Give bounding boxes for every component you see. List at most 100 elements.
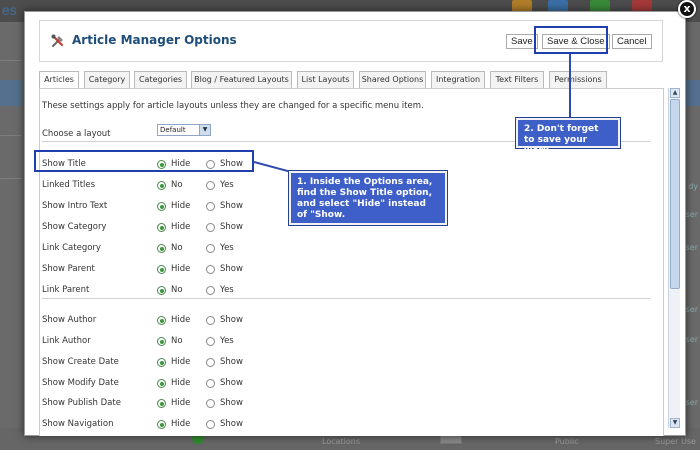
option-radio-yes[interactable] <box>206 181 215 190</box>
section-divider <box>42 298 650 299</box>
close-icon[interactable]: x <box>678 0 696 18</box>
option-radio-show[interactable] <box>206 202 215 211</box>
background-divider <box>0 178 22 179</box>
tab-text-filters[interactable]: Text Filters <box>490 71 544 89</box>
background-bottom-text: Super Use <box>655 437 696 446</box>
tab-shared-options[interactable]: Shared Options <box>359 71 426 89</box>
option-radio-show[interactable] <box>206 420 215 429</box>
option-label: Linked Titles <box>42 180 96 190</box>
option-radio-label[interactable]: Yes <box>220 180 234 190</box>
option-radio-yes[interactable] <box>206 286 215 295</box>
scrollbar-thumb[interactable] <box>670 99 680 289</box>
tools-icon <box>51 34 63 47</box>
option-label: Link Parent <box>42 285 90 295</box>
tab-list-layouts[interactable]: List Layouts <box>297 71 354 89</box>
option-radio-label[interactable]: Show <box>220 378 243 388</box>
option-radio-hide[interactable] <box>157 316 166 325</box>
background-right-text: ser <box>685 398 698 407</box>
option-radio-label[interactable]: Yes <box>220 336 234 346</box>
save-button[interactable]: Save <box>506 34 538 49</box>
option-radio-hide[interactable] <box>157 265 166 274</box>
background-bottom-text: Public <box>555 437 579 446</box>
save-close-highlight <box>534 26 608 54</box>
option-radio-label[interactable]: Show <box>220 419 243 429</box>
background-divider <box>0 60 22 61</box>
option-label: Link Author <box>42 336 91 346</box>
option-radio-hide[interactable] <box>157 399 166 408</box>
option-radio-label[interactable]: Yes <box>220 243 234 253</box>
option-radio-label[interactable]: Hide <box>171 357 190 367</box>
cancel-button[interactable]: Cancel <box>612 34 652 49</box>
chevron-down-icon: ▼ <box>199 125 210 135</box>
option-radio-hide[interactable] <box>157 202 166 211</box>
option-radio-label[interactable]: Show <box>220 201 243 211</box>
background-title-fragment: es <box>2 2 17 18</box>
option-radio-show[interactable] <box>206 316 215 325</box>
tab-integration[interactable]: Integration <box>431 71 485 89</box>
option-radio-label[interactable]: No <box>171 336 183 346</box>
modal-title: Article Manager Options <box>72 33 237 47</box>
option-radio-label[interactable]: No <box>171 285 183 295</box>
option-radio-label[interactable]: Hide <box>171 378 190 388</box>
option-radio-label[interactable]: Yes <box>220 285 234 295</box>
callout2-connector <box>569 54 571 119</box>
option-radio-label[interactable]: Show <box>220 398 243 408</box>
option-radio-label[interactable]: No <box>171 243 183 253</box>
option-radio-label[interactable]: Hide <box>171 398 190 408</box>
option-label: Show Publish Date <box>42 398 121 408</box>
option-label: Show Modify Date <box>42 378 119 388</box>
background-right-text: ser <box>685 210 698 219</box>
intro-text: These settings apply for article layouts… <box>42 101 424 111</box>
background-right-text: ser <box>685 305 698 314</box>
option-radio-yes[interactable] <box>206 244 215 253</box>
option-label: Link Category <box>42 243 101 253</box>
option-radio-no[interactable] <box>157 286 166 295</box>
background-right-text: dy <box>688 182 698 191</box>
option-radio-label[interactable]: Show <box>220 357 243 367</box>
layout-label: Choose a layout <box>42 129 111 139</box>
option-radio-hide[interactable] <box>157 223 166 232</box>
option-radio-label[interactable]: Hide <box>171 419 190 429</box>
background-right-text: ser <box>685 335 698 344</box>
option-radio-show[interactable] <box>206 379 215 388</box>
option-radio-label[interactable]: Hide <box>171 264 190 274</box>
option-radio-label[interactable]: Show <box>220 222 243 232</box>
option-label: Show Category <box>42 222 107 232</box>
callout-step-2: 2. Don't forget to save your work. <box>516 118 620 156</box>
option-radio-no[interactable] <box>157 244 166 253</box>
option-radio-no[interactable] <box>157 337 166 346</box>
background-right-text: ser <box>685 243 698 252</box>
layout-selected-value: Default <box>160 126 186 134</box>
option-radio-show[interactable] <box>206 399 215 408</box>
option-radio-yes[interactable] <box>206 337 215 346</box>
option-radio-label[interactable]: No <box>171 180 183 190</box>
option-label: Show Author <box>42 315 97 325</box>
option-radio-hide[interactable] <box>157 358 166 367</box>
option-radio-show[interactable] <box>206 265 215 274</box>
options-modal: Article Manager Options Save Save & Clos… <box>24 11 686 436</box>
option-radio-hide[interactable] <box>157 379 166 388</box>
tab-categories[interactable]: Categories <box>134 71 187 89</box>
scroll-down-icon[interactable]: ▼ <box>670 418 680 428</box>
vertical-scrollbar[interactable]: ▲ ▼ <box>668 88 680 428</box>
background-left-tab <box>0 80 22 106</box>
tab-permissions[interactable]: Permissions <box>549 71 607 89</box>
option-radio-no[interactable] <box>157 181 166 190</box>
option-radio-hide[interactable] <box>157 420 166 429</box>
tab-blog-featured-layouts[interactable]: Blog / Featured Layouts <box>191 71 292 89</box>
option-label: Show Create Date <box>42 357 119 367</box>
option-radio-label[interactable]: Show <box>220 315 243 325</box>
option-radio-show[interactable] <box>206 223 215 232</box>
option-radio-label[interactable]: Hide <box>171 315 190 325</box>
scroll-up-icon[interactable]: ▲ <box>670 88 680 98</box>
tab-category[interactable]: Category <box>84 71 130 89</box>
option-label: Show Parent <box>42 264 95 274</box>
layout-select[interactable]: Default ▼ <box>157 124 211 136</box>
option-radio-show[interactable] <box>206 358 215 367</box>
option-radio-label[interactable]: Hide <box>171 222 190 232</box>
callout-step-1: 1. Inside the Options area, find the Sho… <box>289 171 447 225</box>
option-radio-label[interactable]: Hide <box>171 201 190 211</box>
option-radio-label[interactable]: Show <box>220 264 243 274</box>
background-bottom-text: Locations <box>322 437 361 446</box>
option-label: Show Intro Text <box>42 201 108 211</box>
